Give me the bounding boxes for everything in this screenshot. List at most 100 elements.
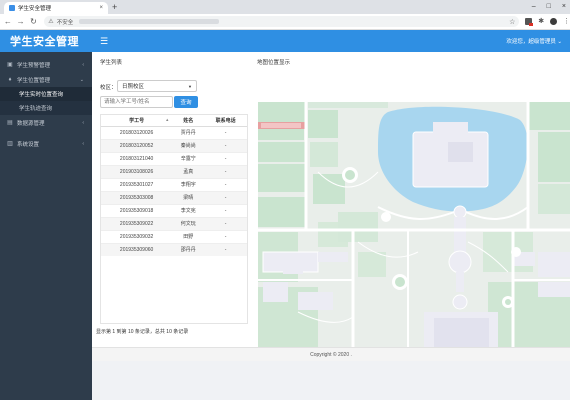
table-row[interactable]: 201803121040 辛露宁 - xyxy=(101,151,247,165)
cell-phone: - xyxy=(204,177,247,191)
warning-icon: ⚠ xyxy=(48,19,54,25)
cell-student-id: 201935309032 xyxy=(101,229,173,243)
sidebar-item-location[interactable]: ♦ 学生位置管理 ⌄ xyxy=(0,72,92,87)
reload-icon[interactable]: ↻ xyxy=(29,17,39,26)
maximize-button[interactable]: □ xyxy=(547,1,551,13)
sidebar-item-label: 系统设置 xyxy=(17,141,40,148)
sidebar-item-warning[interactable]: ▣ 学生预警管理 ‹ xyxy=(0,57,92,72)
table-row[interactable]: 201903108026 孟真 - xyxy=(101,164,247,178)
sidebar-item-label: 数据源管理 xyxy=(17,120,45,127)
database-icon: ▤ xyxy=(7,120,13,126)
close-window-button[interactable]: × xyxy=(562,1,566,13)
chevron-down-icon: ⌄ xyxy=(79,76,84,83)
chevron-left-icon: ‹ xyxy=(82,119,84,126)
cell-student-id: 201935303008 xyxy=(101,190,173,204)
sidebar-subitem-realtime-location[interactable]: 学生实时位置查询 xyxy=(0,87,92,101)
bank-icon: ▥ xyxy=(7,141,13,147)
table-row[interactable]: 201935309022 何文玩 - xyxy=(101,216,247,230)
url-text xyxy=(79,19,220,24)
map-title: 地图位置显示 xyxy=(257,60,291,66)
table-row[interactable]: 201935309060 邵丹丹 - xyxy=(101,242,247,256)
cell-name: 辛露宁 xyxy=(172,151,205,165)
bookmark-star-icon[interactable]: ☆ xyxy=(509,18,515,26)
cell-student-id: 201903108026 xyxy=(101,164,173,178)
browser-toolbar: ← → ↻ ⚠ 不安全 ☆ ✱ ⋮ xyxy=(0,14,570,30)
search-button[interactable]: 查询 xyxy=(174,96,198,108)
cell-phone: - xyxy=(204,242,247,256)
search-input[interactable] xyxy=(100,96,173,108)
table-header-row: 学工号 ▲ 姓名 联系电话 xyxy=(101,115,247,127)
table-row[interactable]: 201935303008 梁晴 - xyxy=(101,190,247,204)
window-controls: – □ × xyxy=(532,1,566,13)
sidebar-item-label: 学生预警管理 xyxy=(17,62,51,69)
table-body: 201803120026 贾丹丹 -201803120052 秦尚尚 -20180312… xyxy=(101,125,247,256)
page-footer: Copyright © 2020 . xyxy=(92,347,570,361)
table-row[interactable]: 201803120026 贾丹丹 - xyxy=(101,125,247,139)
warning-icon: ▣ xyxy=(7,62,13,68)
map-canvas xyxy=(258,102,570,347)
cell-phone: - xyxy=(204,203,247,217)
cell-student-id: 201935309022 xyxy=(101,216,173,230)
cell-phone: - xyxy=(204,125,247,139)
cell-name: 邵丹丹 xyxy=(172,242,205,256)
favicon-icon xyxy=(9,5,15,11)
sidebar-subitem-trajectory[interactable]: 学生轨迹查询 xyxy=(0,101,92,115)
sidebar: 学生安全管理 ▣ 学生预警管理 ‹ ♦ 学生位置管理 ⌄ 学生实时位置查询 学生… xyxy=(0,30,92,400)
table-row[interactable]: 201803120052 秦尚尚 - xyxy=(101,138,247,152)
table-row[interactable]: 201935301027 李翔宇 - xyxy=(101,177,247,191)
campus-label: 校区： xyxy=(100,85,117,91)
back-icon[interactable]: ← xyxy=(3,17,13,26)
tab-title: 学生安全管理 xyxy=(18,6,52,12)
cell-name: 何文玩 xyxy=(172,216,205,230)
cell-student-id: 201803120052 xyxy=(101,138,173,152)
campus-map[interactable] xyxy=(258,102,570,347)
menu-toggle-icon[interactable]: ☰ xyxy=(100,36,108,47)
extension-icon[interactable] xyxy=(525,18,534,26)
tab-close-icon[interactable]: × xyxy=(99,5,103,11)
cell-name: 田野 xyxy=(172,229,205,243)
forward-icon[interactable]: → xyxy=(16,17,26,26)
sidebar-item-settings[interactable]: ▥ 系统设置 ‹ xyxy=(0,136,92,151)
sidebar-item-datasource[interactable]: ▤ 数据源管理 ‹ xyxy=(0,115,92,130)
cell-name: 秦尚尚 xyxy=(172,138,205,152)
profile-avatar-icon[interactable] xyxy=(550,18,557,25)
person-icon: ♦ xyxy=(8,76,12,83)
minimize-button[interactable]: – xyxy=(532,1,536,13)
app-header: ☰ 欢迎您，超级管理员 ⌄ xyxy=(92,30,570,52)
cell-name: 李文宪 xyxy=(172,203,205,217)
browser-tab-strip: 学生安全管理 × + – □ × xyxy=(0,0,570,14)
sort-icon[interactable]: ▲ xyxy=(165,117,169,122)
browser-tab[interactable]: 学生安全管理 × xyxy=(4,2,108,14)
address-bar[interactable]: ⚠ 不安全 ☆ xyxy=(44,16,520,27)
student-table: 学工号 ▲ 姓名 联系电话 201803120026 贾丹丹 -20180312005… xyxy=(100,114,248,324)
column-header-label: 学工号 xyxy=(129,117,145,124)
cell-name: 梁晴 xyxy=(172,190,205,204)
cell-phone: - xyxy=(204,164,247,178)
user-menu[interactable]: 欢迎您，超级管理员 ⌄ xyxy=(506,37,562,45)
cell-student-id: 201935309018 xyxy=(101,203,173,217)
chevron-left-icon: ‹ xyxy=(82,61,84,68)
chevron-left-icon: ‹ xyxy=(82,140,84,147)
puzzle-icon[interactable]: ✱ xyxy=(538,18,544,25)
more-menu-icon[interactable]: ⋮ xyxy=(563,18,570,25)
main-content: 学生列表 地图位置显示 校区： 日照校区 ▼ 查询 学工号 ▲ 姓名 联系电话 2… xyxy=(92,52,570,347)
campus-select[interactable]: 日照校区 ▼ xyxy=(117,80,197,92)
cell-name: 贾丹丹 xyxy=(172,125,205,139)
app-logo: 学生安全管理 xyxy=(0,30,92,52)
cell-phone: - xyxy=(204,190,247,204)
cell-student-id: 201935301027 xyxy=(101,177,173,191)
column-header-phone[interactable]: 联系电话 xyxy=(204,115,247,127)
new-tab-button[interactable]: + xyxy=(112,1,117,13)
cell-phone: - xyxy=(204,138,247,152)
table-row[interactable]: 201935309032 田野 - xyxy=(101,229,247,243)
column-header-name[interactable]: 姓名 xyxy=(172,115,205,127)
cell-name: 李翔宇 xyxy=(172,177,205,191)
cell-student-id: 201803121040 xyxy=(101,151,173,165)
cell-student-id: 201803120026 xyxy=(101,125,173,139)
column-header-id[interactable]: 学工号 ▲ xyxy=(101,115,173,127)
cell-phone: - xyxy=(204,229,247,243)
table-row[interactable]: 201935309018 李文宪 - xyxy=(101,203,247,217)
campus-selected-value: 日照校区 xyxy=(122,84,145,90)
student-list-title: 学生列表 xyxy=(100,60,123,66)
sidebar-item-label: 学生位置管理 xyxy=(17,77,51,84)
